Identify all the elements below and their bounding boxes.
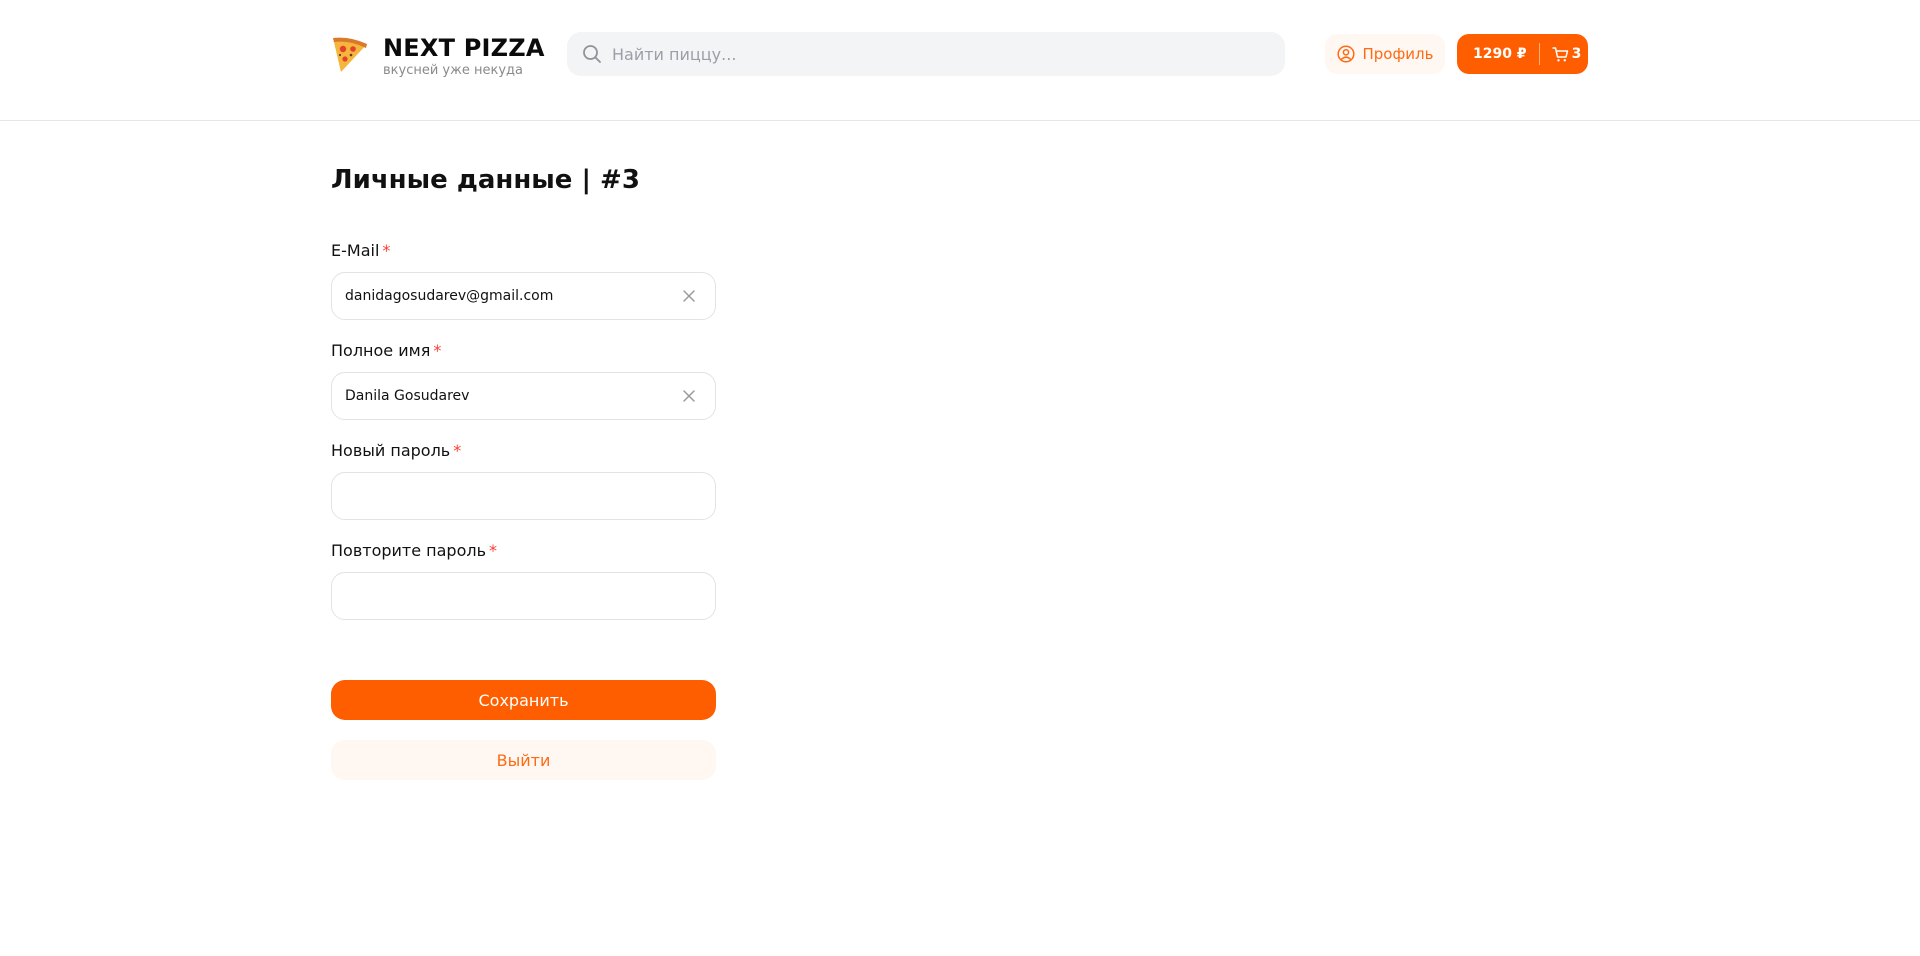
full-name-input[interactable] — [345, 373, 682, 419]
site-header: NEXT PIZZA вкусней уже некуда Профиль 12… — [0, 0, 1920, 121]
email-label: E-Mail * — [331, 241, 390, 261]
email-input[interactable] — [345, 273, 682, 319]
clear-icon[interactable] — [682, 289, 696, 303]
pizza-slice-icon — [333, 37, 367, 72]
full-name-label-text: Полное имя — [331, 341, 431, 360]
search-icon — [583, 45, 601, 63]
repeat-password-label: Повторите пароль * — [331, 541, 497, 561]
save-button[interactable]: Сохранить — [331, 680, 716, 720]
clear-icon[interactable] — [682, 389, 696, 403]
search-bar[interactable] — [567, 32, 1285, 76]
profile-button-label: Профиль — [1362, 45, 1434, 63]
cart-button[interactable]: 1290 ₽ 3 — [1457, 34, 1588, 74]
repeat-password-input[interactable] — [345, 573, 715, 619]
logo[interactable]: NEXT PIZZA вкусней уже некуда — [331, 34, 545, 79]
new-password-input[interactable] — [345, 473, 715, 519]
profile-button[interactable]: Профиль — [1325, 34, 1445, 74]
logo-subtitle: вкусней уже некуда — [383, 63, 523, 78]
new-password-label-text: Новый пароль — [331, 441, 451, 460]
search-input[interactable] — [612, 32, 1285, 76]
full-name-field[interactable] — [331, 372, 716, 420]
full-name-label: Полное имя * — [331, 341, 441, 361]
user-circle-icon — [1336, 45, 1355, 63]
required-mark: * — [489, 541, 498, 560]
new-password-label: Новый пароль * — [331, 441, 461, 461]
logout-button[interactable]: Выйти — [331, 740, 716, 780]
repeat-password-label-text: Повторите пароль — [331, 541, 487, 560]
email-label-text: E-Mail — [331, 241, 380, 260]
repeat-password-field[interactable] — [331, 572, 716, 620]
email-field[interactable] — [331, 272, 716, 320]
logo-text: NEXT PIZZA вкусней уже некуда — [383, 34, 545, 79]
page-title: Личные данные | #3 — [331, 165, 640, 195]
required-mark: * — [382, 241, 391, 260]
cart-icon — [1551, 46, 1568, 61]
new-password-field[interactable] — [331, 472, 716, 520]
cart-total-price: 1290 ₽ — [1473, 46, 1527, 62]
logo-title: NEXT PIZZA — [383, 34, 545, 62]
cart-item-count: 3 — [1571, 46, 1582, 62]
cart-divider — [1538, 43, 1540, 65]
required-mark: * — [453, 441, 462, 460]
required-mark: * — [433, 341, 442, 360]
